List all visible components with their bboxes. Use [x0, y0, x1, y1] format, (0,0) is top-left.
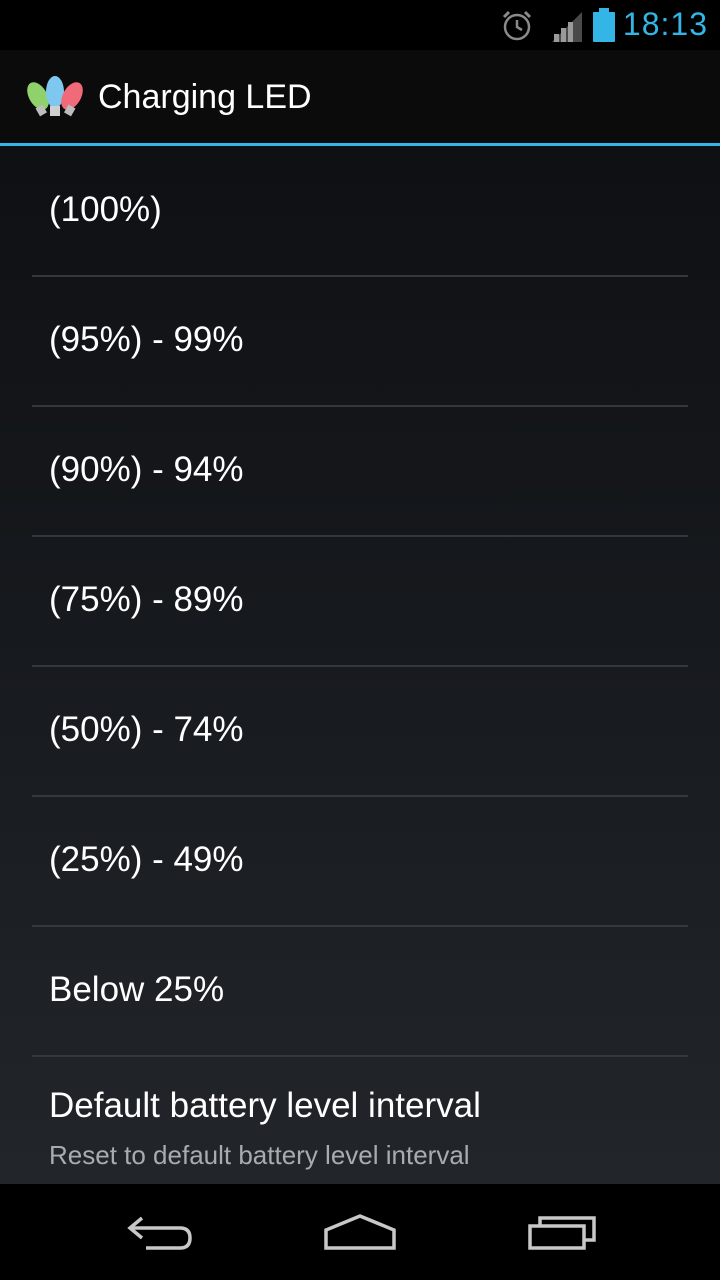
navigation-bar: [0, 1184, 720, 1280]
list-item-label: (90%) - 94%: [49, 450, 244, 489]
home-button[interactable]: [300, 1184, 420, 1280]
signal-icon: [552, 12, 582, 42]
recent-apps-icon: [528, 1216, 596, 1250]
status-bar: 18:13: [0, 0, 720, 50]
preference-list: (100%) (95%) - 99% (90%) - 94% (75%) - 8…: [0, 146, 720, 1184]
list-item-label: (100%): [49, 190, 162, 229]
list-item[interactable]: Below 25%: [32, 926, 688, 1057]
list-item-default-interval[interactable]: Default battery level interval Reset to …: [32, 1056, 688, 1186]
christmas-lights-icon[interactable]: [24, 72, 88, 124]
list-item[interactable]: (50%) - 74%: [32, 666, 688, 797]
list-item-label: (95%) - 99%: [49, 320, 244, 359]
list-item-label: (25%) - 49%: [49, 840, 244, 879]
list-item[interactable]: (90%) - 94%: [32, 406, 688, 537]
list-item[interactable]: (75%) - 89%: [32, 536, 688, 667]
list-item-label: (75%) - 89%: [49, 580, 244, 619]
list-item[interactable]: (95%) - 99%: [32, 276, 688, 407]
alarm-icon: [502, 10, 532, 41]
home-icon: [324, 1214, 396, 1250]
list-item-summary: Reset to default battery level interval: [49, 1140, 470, 1170]
list-item-label: Below 25%: [49, 970, 225, 1009]
back-button[interactable]: [100, 1184, 220, 1280]
recent-apps-button[interactable]: [502, 1184, 622, 1280]
list-item[interactable]: (25%) - 49%: [32, 796, 688, 927]
page-title: Charging LED: [98, 78, 312, 116]
list-item[interactable]: (100%): [32, 146, 688, 277]
back-icon: [127, 1216, 192, 1250]
list-item-label: (50%) - 74%: [49, 710, 244, 749]
battery-icon: [593, 8, 615, 42]
action-bar: Charging LED: [0, 50, 720, 146]
status-time: 18:13: [622, 6, 708, 42]
list-item-label: Default battery level interval: [49, 1086, 481, 1125]
